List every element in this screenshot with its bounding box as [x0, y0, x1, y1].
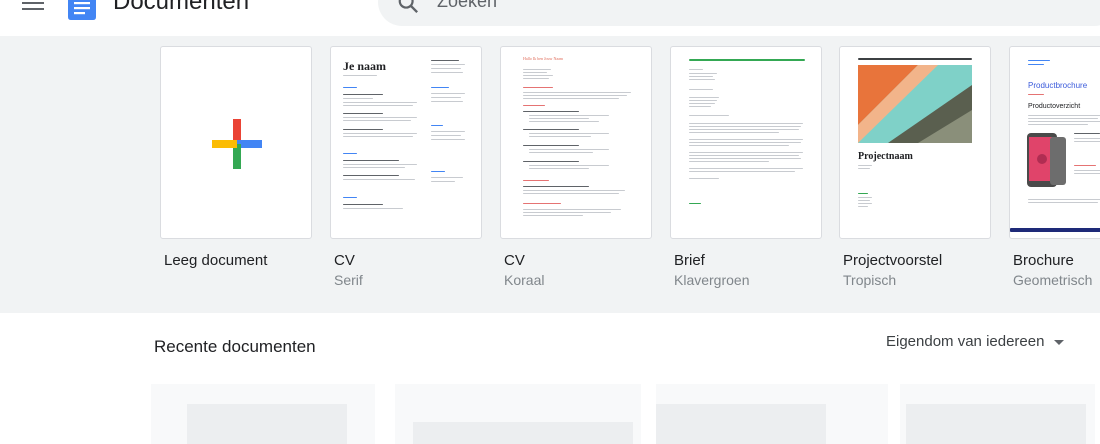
template-name: CV: [334, 252, 355, 269]
template-style: Klavergroen: [674, 272, 750, 288]
recent-document-card[interactable]: [395, 384, 641, 444]
template-style: Koraal: [504, 272, 545, 288]
template-thumbnail[interactable]: Projectnaam: [839, 46, 991, 239]
template-name: Projectvoorstel: [843, 252, 943, 269]
recent-documents-title: Recente documenten: [154, 337, 316, 356]
app-title[interactable]: Documenten: [113, 0, 249, 17]
recent-document-card[interactable]: [656, 384, 888, 444]
recent-document-card[interactable]: [900, 384, 1095, 444]
caret-down-icon: [1054, 339, 1065, 345]
template-blank[interactable]: Leeg document: [160, 46, 312, 271]
preview-heading: Productbrochure: [1028, 81, 1088, 90]
menu-icon[interactable]: [22, 0, 44, 10]
template-thumbnail[interactable]: [160, 46, 312, 239]
phone-image: [1027, 133, 1066, 187]
template-style: Tropisch: [843, 272, 897, 288]
preview-heading: Projectnaam: [858, 151, 913, 162]
preview-subheading: Productoverzicht: [1028, 103, 1081, 110]
template-thumbnail[interactable]: [670, 46, 822, 239]
template-name: Leeg document: [164, 252, 268, 269]
template-style: Serif: [334, 272, 363, 288]
template-name: CV: [504, 252, 525, 269]
cover-image: [858, 65, 972, 143]
template-thumbnail[interactable]: Hallo Ik ben Jouw Naam: [500, 46, 652, 239]
template-style: Geometrisch: [1013, 272, 1093, 288]
preview-heading: Je naam: [343, 59, 386, 73]
plus-icon: [212, 119, 262, 169]
template-thumbnail[interactable]: Productbrochure Productoverzicht: [1009, 46, 1100, 239]
preview-heading: Hallo Ik ben Jouw Naam: [523, 56, 563, 61]
template-brief-klavergroen[interactable]: Brief Klavergroen: [670, 46, 822, 290]
template-brochure-geometrisch[interactable]: Productbrochure Productoverzicht Brochur…: [1009, 46, 1100, 290]
recent-document-card[interactable]: [151, 384, 375, 444]
template-cv-serif[interactable]: Je naam CV Serif: [330, 46, 482, 290]
search-icon[interactable]: [397, 0, 419, 14]
template-name: Brochure: [1013, 252, 1074, 269]
top-bar: Documenten: [0, 0, 1100, 36]
template-cv-koraal[interactable]: Hallo Ik ben Jouw Naam CV Koraal: [500, 46, 652, 290]
owner-filter-label: Eigendom van iedereen: [886, 333, 1045, 350]
template-projectvoorstel-tropisch[interactable]: Projectnaam Projectvoorstel Tropisch: [839, 46, 991, 290]
search-input[interactable]: [437, 0, 937, 14]
template-name: Brief: [674, 252, 705, 269]
docs-logo-icon[interactable]: [68, 0, 96, 20]
owner-filter-dropdown[interactable]: Eigendom van iedereen: [886, 333, 1065, 353]
template-thumbnail[interactable]: Je naam: [330, 46, 482, 239]
template-gallery: Leeg document Je naam CV Serif Hallo Ik …: [0, 36, 1100, 313]
